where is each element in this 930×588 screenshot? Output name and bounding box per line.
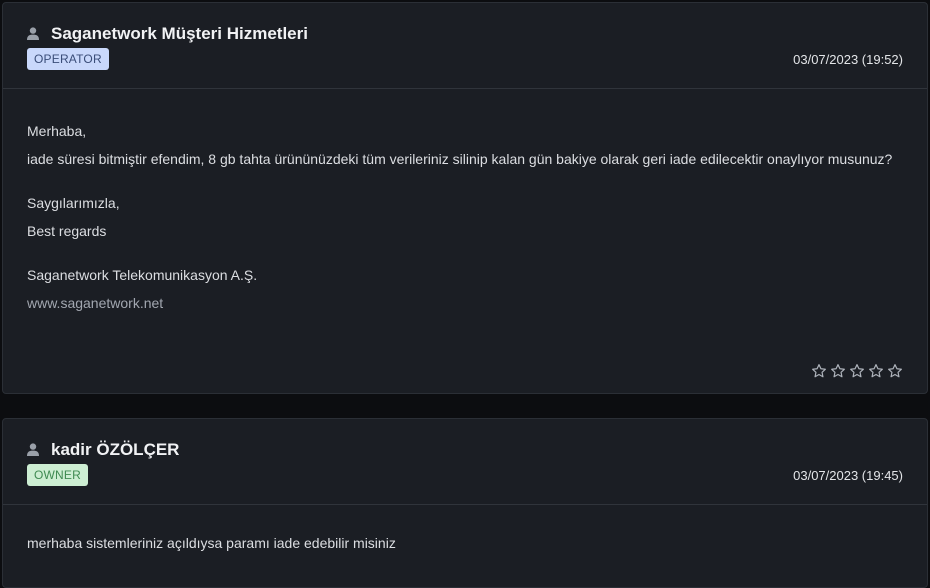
message-text: merhaba sistemleriniz açıldıysa paramı i… bbox=[27, 535, 396, 551]
signature-line-tr: Saygılarımızla, bbox=[27, 195, 120, 211]
star-icon[interactable] bbox=[887, 363, 903, 379]
owner-badge: OWNER bbox=[27, 464, 88, 486]
message-body: merhaba sistemleriniz açıldıysa paramı i… bbox=[3, 505, 927, 557]
star-icon[interactable] bbox=[811, 363, 827, 379]
website-link[interactable]: www.saganetwork.net bbox=[27, 295, 163, 311]
signature-paragraph: Saygılarımızla, Best regards bbox=[27, 189, 903, 245]
signature-line-en: Best regards bbox=[27, 223, 107, 239]
user-icon bbox=[27, 27, 39, 40]
message-body: Merhaba, iade süresi bitmiştir efendim, … bbox=[3, 89, 927, 317]
message-date: 03/07/2023 (19:45) bbox=[793, 468, 903, 483]
author-name: Saganetwork Müşteri Hizmetleri bbox=[51, 24, 308, 43]
company-paragraph: Saganetwork Telekomunikasyon A.Ş. www.sa… bbox=[27, 261, 903, 317]
ticket-reply-operator: Saganetwork Müşteri Hizmetleri OPERATOR … bbox=[2, 2, 928, 394]
star-icon[interactable] bbox=[849, 363, 865, 379]
rating-stars bbox=[811, 363, 903, 379]
reply-header: kadir ÖZÖLÇER OWNER 03/07/2023 (19:45) bbox=[3, 419, 927, 505]
star-icon[interactable] bbox=[868, 363, 884, 379]
company-name: Saganetwork Telekomunikasyon A.Ş. bbox=[27, 267, 258, 283]
ticket-reply-owner: kadir ÖZÖLÇER OWNER 03/07/2023 (19:45) m… bbox=[2, 418, 928, 588]
greeting-line: Merhaba, bbox=[27, 123, 87, 139]
author-name: kadir ÖZÖLÇER bbox=[51, 440, 180, 459]
greeting-paragraph: Merhaba, iade süresi bitmiştir efendim, … bbox=[27, 117, 903, 173]
message-date: 03/07/2023 (19:52) bbox=[793, 52, 903, 67]
star-icon[interactable] bbox=[830, 363, 846, 379]
user-icon bbox=[27, 443, 39, 456]
message-line: iade süresi bitmiştir efendim, 8 gb taht… bbox=[27, 151, 893, 167]
operator-badge: OPERATOR bbox=[27, 48, 109, 70]
reply-header: Saganetwork Müşteri Hizmetleri OPERATOR … bbox=[3, 3, 927, 89]
